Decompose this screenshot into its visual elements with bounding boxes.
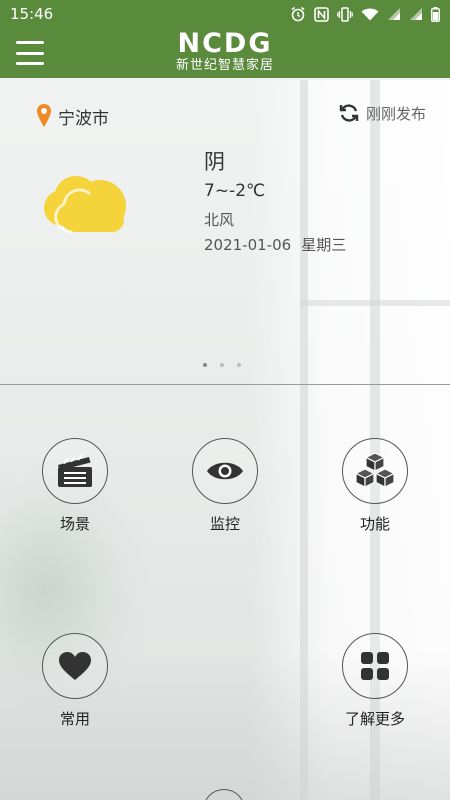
- monitor-label: 监控: [209, 515, 240, 533]
- status-time: 15:46: [10, 5, 54, 23]
- page-dot: [220, 363, 224, 367]
- eye-icon: [207, 462, 243, 480]
- common-button[interactable]: 常用: [20, 633, 130, 729]
- signal-icon: [388, 8, 400, 20]
- learn-more-button[interactable]: 了解更多: [320, 633, 430, 729]
- refresh-icon: [339, 104, 359, 122]
- location-name: 宁波市: [58, 108, 109, 129]
- refresh-button[interactable]: 刚刚发布: [338, 102, 426, 124]
- status-bar: 15:46: [0, 0, 450, 28]
- heart-icon: [59, 652, 91, 680]
- page-dot: [237, 363, 241, 367]
- weather-wind: 北风: [204, 211, 235, 229]
- home-screen: 15:46 NCDG 新世纪智慧家居 宁波市 刚刚发布 阴 7~-2℃ 北风 2…: [0, 0, 450, 800]
- function-icon-circle: [342, 438, 408, 504]
- location[interactable]: 宁波市: [36, 103, 109, 129]
- weekday-text: 星期三: [301, 236, 347, 254]
- location-pin-icon: [37, 104, 51, 127]
- scene-button[interactable]: 场景: [20, 438, 130, 534]
- learn-more-icon-circle: [342, 633, 408, 699]
- clapperboard-icon: [58, 454, 92, 487]
- function-button[interactable]: 功能: [320, 438, 430, 534]
- refresh-label: 刚刚发布: [365, 104, 426, 123]
- brand-logo: NCDG 新世纪智慧家居: [125, 30, 325, 74]
- page-dot: [203, 363, 207, 367]
- nfc-icon: [314, 6, 329, 22]
- function-label: 功能: [359, 515, 390, 533]
- weather-date: 2021-01-06 星期三: [204, 234, 346, 255]
- wifi-icon: [361, 8, 379, 21]
- brand-subtitle: 新世纪智慧家居: [175, 58, 274, 73]
- page-indicator: [203, 363, 241, 367]
- learn-more-label: 了解更多: [344, 710, 405, 728]
- battery-icon: [431, 6, 440, 22]
- grid-icon: [361, 652, 389, 680]
- monitor-icon-circle: [192, 438, 258, 504]
- app-header: NCDG 新世纪智慧家居: [0, 28, 450, 78]
- weather-temperature: 7~-2℃: [204, 181, 266, 201]
- date-text: 2021-01-06: [204, 236, 292, 254]
- cubes-icon: [355, 452, 395, 488]
- monitor-button[interactable]: 监控: [170, 438, 280, 534]
- vibrate-icon: [337, 6, 353, 22]
- background-window-frame: [300, 300, 450, 306]
- brand-name: NCDG: [177, 28, 273, 59]
- common-label: 常用: [59, 710, 90, 728]
- weather-condition: 阴: [204, 150, 225, 174]
- common-icon-circle: [42, 633, 108, 699]
- scene-label: 场景: [59, 515, 90, 533]
- alarm-icon: [291, 6, 305, 22]
- signal-icon-2: [410, 8, 422, 20]
- cloudy-icon: [42, 168, 138, 240]
- divider: [0, 384, 450, 385]
- hamburger-menu-icon[interactable]: [16, 41, 44, 65]
- scene-icon-circle: [42, 438, 108, 504]
- status-icons: [290, 6, 440, 22]
